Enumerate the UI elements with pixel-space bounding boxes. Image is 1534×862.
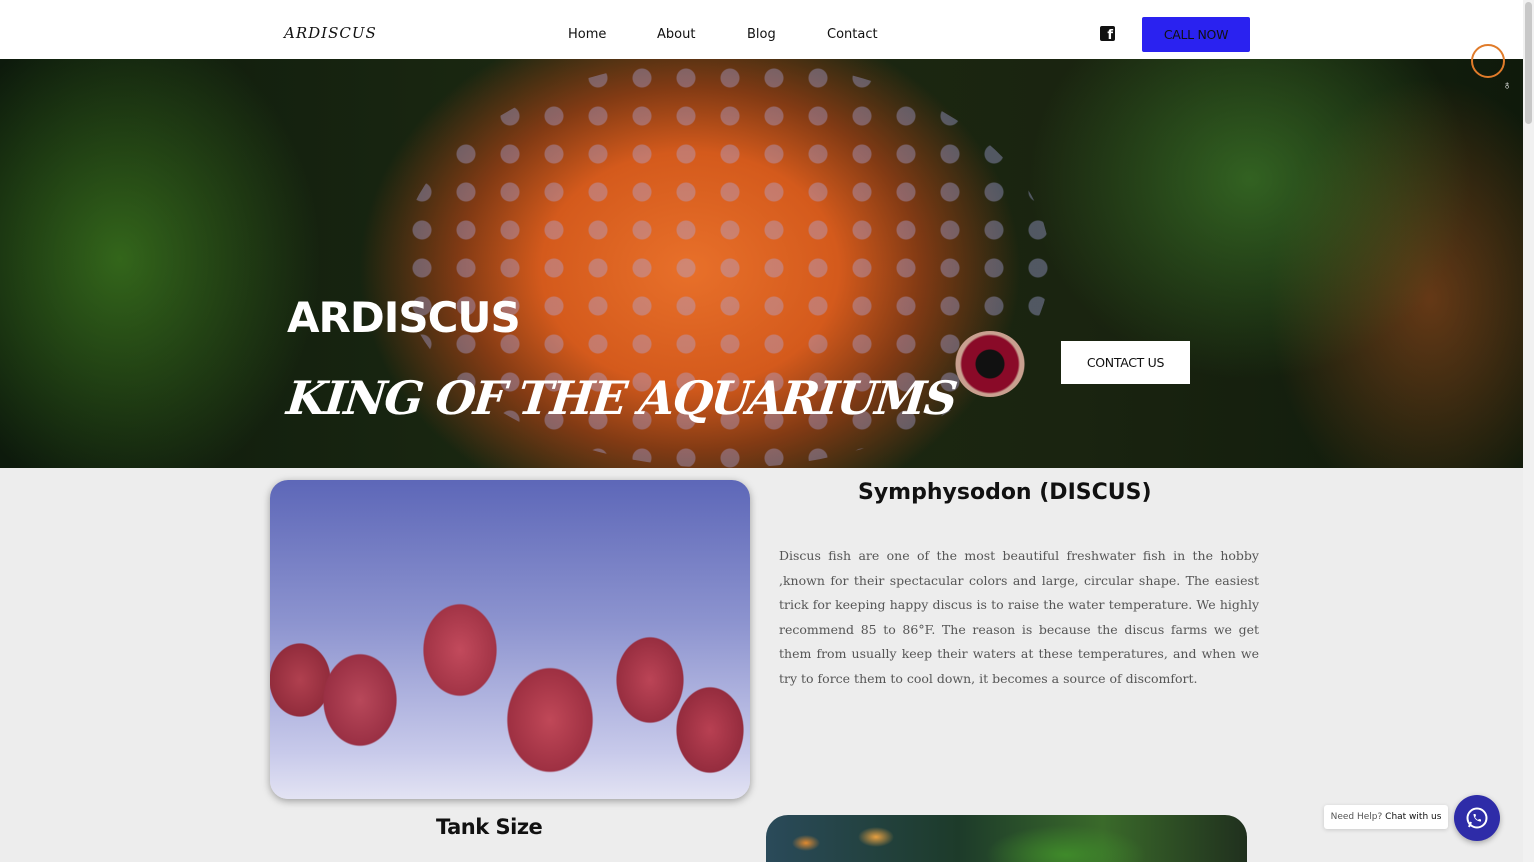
hero-banner: ARDISCUS KING OF THE AQUARIUMS CONTACT U… xyxy=(0,59,1523,468)
site-logo[interactable]: ARDISCUS xyxy=(284,24,377,42)
need-help-text: Need Help? xyxy=(1330,812,1383,822)
chat-with-us-text: Chat with us xyxy=(1385,812,1442,822)
accessibility-icon[interactable]: ♁ xyxy=(1501,78,1513,92)
whatsapp-chat-button[interactable] xyxy=(1454,795,1500,841)
whatsapp-icon xyxy=(1466,807,1488,829)
fish-eye-decoration xyxy=(955,331,1025,397)
tank-size-title: Tank Size xyxy=(436,815,543,839)
nav-contact[interactable]: Contact xyxy=(827,27,878,42)
scrollbar-thumb[interactable] xyxy=(1525,2,1532,124)
site-header: ARDISCUS Home About Blog Contact CALL NO… xyxy=(0,0,1523,59)
section-body: Discus fish are one of the most beautifu… xyxy=(779,548,1259,686)
nav-about[interactable]: About xyxy=(657,27,695,42)
facebook-icon[interactable] xyxy=(1100,26,1115,43)
hero-subtitle: KING OF THE AQUARIUMS xyxy=(284,371,959,425)
contact-us-button[interactable]: CONTACT US xyxy=(1061,341,1190,384)
aquarium-tank-image xyxy=(766,815,1247,862)
section-title: Symphysodon (DISCUS) xyxy=(858,480,1152,505)
cursor-ring-icon xyxy=(1471,44,1505,78)
nav-home[interactable]: Home xyxy=(568,27,606,42)
chat-prompt[interactable]: Need Help? Chat with us xyxy=(1324,805,1448,829)
nav-blog[interactable]: Blog xyxy=(747,27,776,42)
call-now-button[interactable]: CALL NOW xyxy=(1142,17,1250,52)
hero-title: ARDISCUS xyxy=(287,293,521,342)
page-scrollbar[interactable] xyxy=(1523,0,1534,862)
discus-group-image xyxy=(270,480,750,799)
